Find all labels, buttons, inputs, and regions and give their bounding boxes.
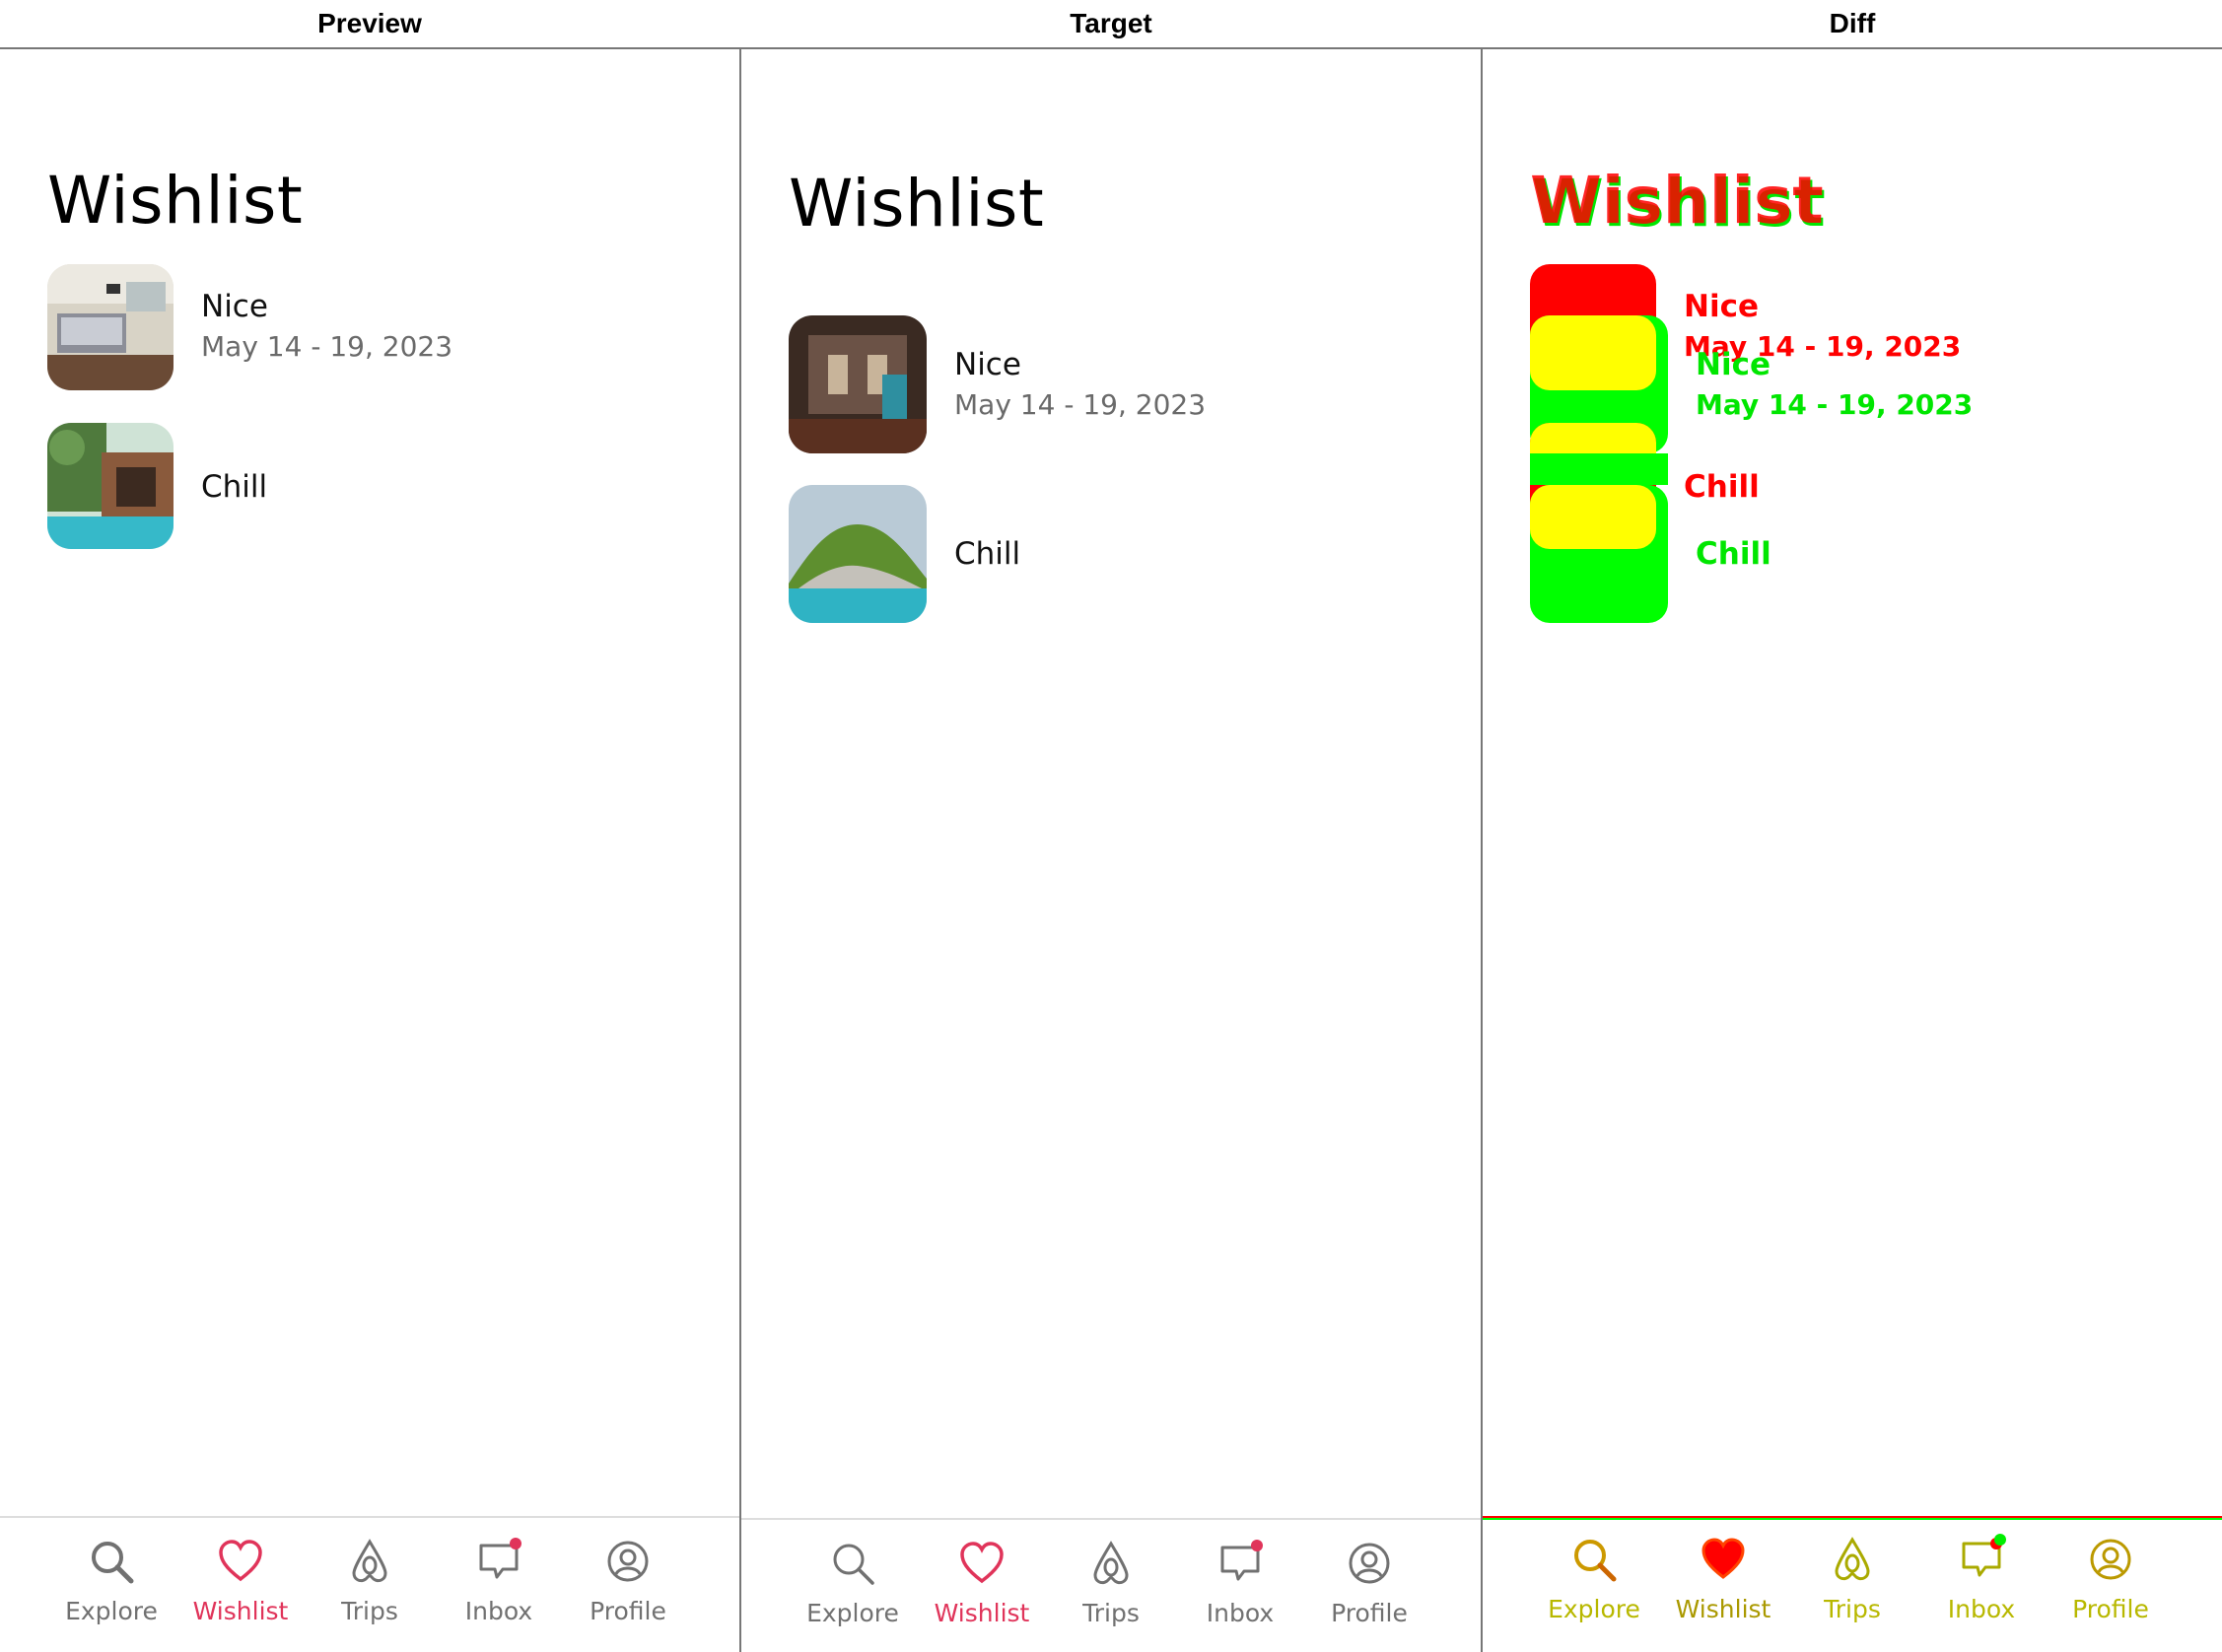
search-icon [827, 1538, 878, 1589]
target-label: Target [1070, 8, 1152, 38]
tab-inbox[interactable]: Inbox [1176, 1538, 1304, 1646]
tab-label: Inbox [1947, 1595, 2016, 1623]
heart-icon [956, 1538, 1007, 1589]
tab-label: Trips [1082, 1599, 1140, 1627]
preview-label: Preview [317, 8, 422, 38]
diff-label: Diff [1829, 8, 1876, 38]
list-item[interactable]: Nice May 14 - 19, 2023 [0, 264, 739, 402]
tab-label: Profile [2072, 1595, 2149, 1623]
bedroom-photo [47, 264, 174, 390]
airbnb-logo-icon [344, 1536, 395, 1587]
diff-thumb-overlap [1530, 485, 1656, 549]
tab-label: Wishlist [1675, 1595, 1771, 1623]
tab-wishlist: Wishlist [1659, 1534, 1787, 1642]
diff-tab-bar: Explore Wishlist Trips Inbox Profile [1483, 1516, 2222, 1652]
diff-item-name: Chill [1696, 536, 1771, 572]
target-panel: Wishlist Nice May 14 - 19, 2023 Chill Ex… [741, 51, 1481, 1652]
tab-explore: Explore [1530, 1534, 1658, 1642]
tab-label: Explore [1548, 1595, 1640, 1623]
tab-label: Inbox [1206, 1599, 1275, 1627]
tab-profile[interactable]: Profile [1305, 1538, 1433, 1646]
diff-item-name: Nice [1696, 347, 1771, 382]
list-item[interactable]: Nice May 14 - 19, 2023 [741, 315, 1481, 453]
list-item[interactable]: Chill [0, 423, 739, 561]
heart-icon [1698, 1534, 1749, 1585]
message-icon [1956, 1534, 2007, 1585]
item-date: May 14 - 19, 2023 [954, 388, 1207, 421]
tab-trips[interactable]: Trips [1047, 1538, 1175, 1646]
page-title: Wishlist [789, 166, 1045, 241]
tab-inbox: Inbox [1917, 1534, 2046, 1642]
tab-label: Profile [590, 1597, 666, 1625]
item-name: Nice [954, 347, 1021, 382]
diff-item-name: Chill [1684, 469, 1760, 505]
tab-bar: Explore Wishlist Trips Inbox Profile [741, 1518, 1481, 1652]
tab-label: Explore [65, 1597, 158, 1625]
search-icon [1568, 1534, 1620, 1585]
island-photo [789, 485, 927, 623]
item-name: Chill [954, 536, 1021, 572]
tab-label: Wishlist [934, 1599, 1030, 1627]
item-date: May 14 - 19, 2023 [201, 330, 453, 363]
diff-thumb-overlap [1530, 423, 1656, 453]
tab-label: Trips [341, 1597, 398, 1625]
user-circle-icon [1344, 1538, 1395, 1589]
tab-explore[interactable]: Explore [789, 1538, 917, 1646]
message-icon [473, 1536, 524, 1587]
diff-thumb-target [1530, 453, 1668, 485]
tab-label: Inbox [464, 1597, 533, 1625]
tab-trips[interactable]: Trips [306, 1536, 434, 1644]
museum-photo [789, 315, 927, 453]
comparison-header: Preview Target Diff [0, 0, 2222, 49]
item-name: Nice [201, 289, 268, 324]
page-title: Wishlist [47, 163, 304, 239]
tab-label: Wishlist [192, 1597, 289, 1625]
message-icon [1215, 1538, 1266, 1589]
diff-thumb-overlap [1530, 315, 1656, 390]
user-circle-icon [602, 1536, 654, 1587]
user-circle-icon [2085, 1534, 2136, 1585]
diff-item-date: May 14 - 19, 2023 [1696, 388, 1974, 421]
tab-wishlist[interactable]: Wishlist [918, 1538, 1046, 1646]
list-item[interactable]: Chill [741, 485, 1481, 623]
diff-panel: Wishlist Wishlist Nice May 14 - 19, 2023… [1483, 51, 2222, 1652]
tab-wishlist[interactable]: Wishlist [176, 1536, 305, 1644]
tab-label: Profile [1331, 1599, 1408, 1627]
airbnb-logo-icon [1085, 1538, 1137, 1589]
tab-profile: Profile [2047, 1534, 2175, 1642]
tab-explore[interactable]: Explore [47, 1536, 175, 1644]
tab-trips: Trips [1788, 1534, 1916, 1642]
diff-title-preview: Wishlist [1530, 163, 1824, 239]
tab-label: Trips [1824, 1595, 1881, 1623]
diff-item-name: Nice [1684, 289, 1759, 324]
tab-inbox[interactable]: Inbox [435, 1536, 563, 1644]
tab-bar: Explore Wishlist Trips Inbox Profile [0, 1516, 739, 1652]
comparison-frame: Preview Target Diff Wishlist Nice May 14… [0, 0, 2222, 1652]
heart-icon [215, 1536, 266, 1587]
search-icon [86, 1536, 137, 1587]
preview-panel: Wishlist Nice May 14 - 19, 2023 Chill Ex… [0, 51, 739, 1652]
pool-villa-photo [47, 423, 174, 549]
airbnb-logo-icon [1827, 1534, 1878, 1585]
tab-label: Explore [806, 1599, 899, 1627]
tab-profile[interactable]: Profile [564, 1536, 692, 1644]
item-name: Chill [201, 469, 268, 505]
